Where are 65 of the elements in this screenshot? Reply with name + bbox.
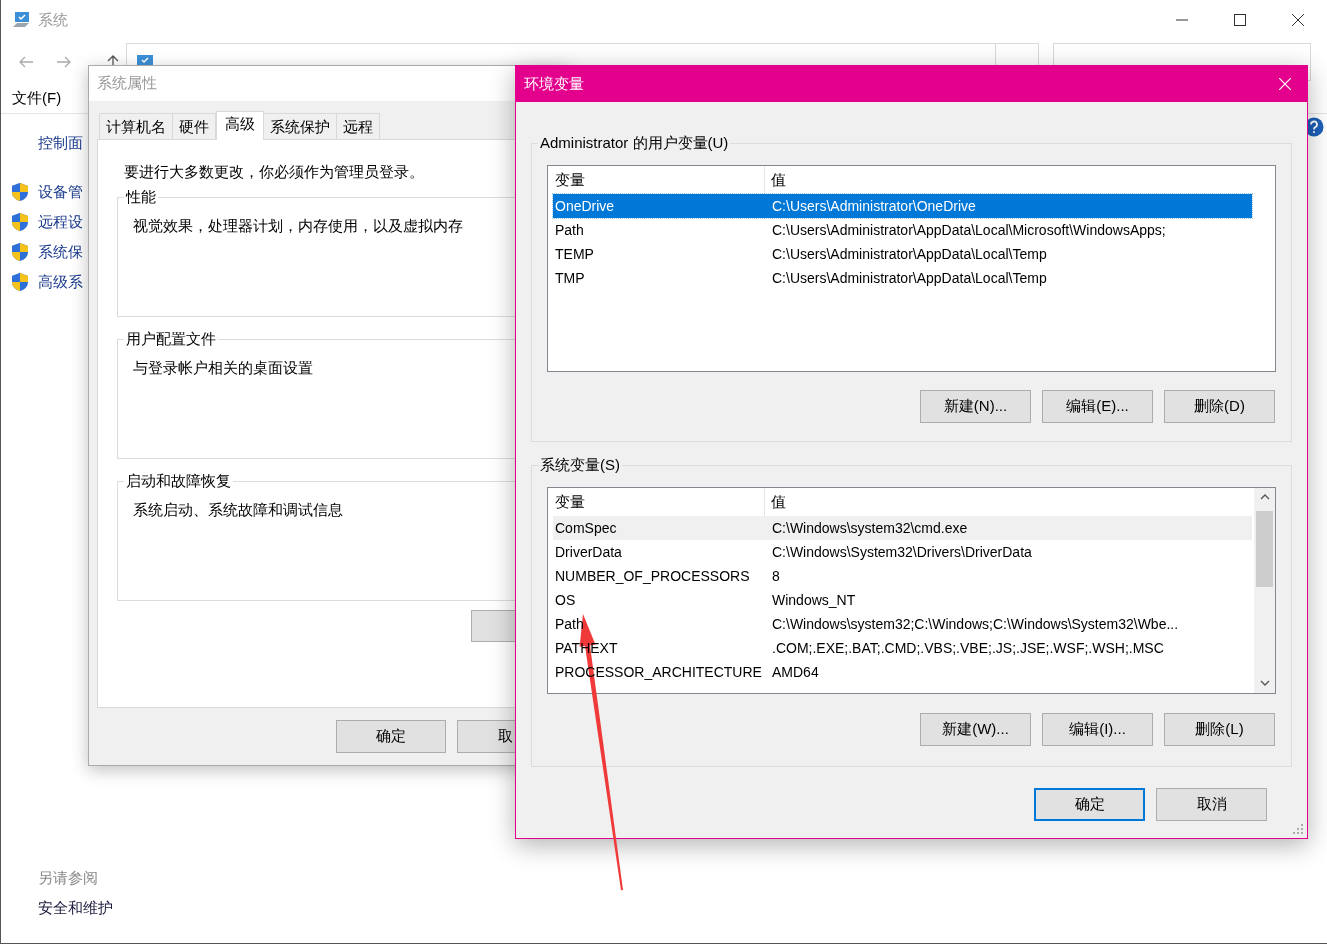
sidebar-link[interactable]: 远程设 <box>38 210 83 234</box>
list-row[interactable]: ComSpec C:\Windows\system32\cmd.exe <box>553 516 1252 540</box>
table-cell-text: 8 <box>771 566 780 586</box>
list-row[interactable]: DriverData C:\Windows\System32\Drivers\DriverData <box>553 540 1252 564</box>
group-title: 启动和故障恢复 <box>125 471 232 491</box>
table-cell-text: C:\Windows\System32\Drivers\DriverData <box>771 542 1032 562</box>
dialog-title: 环境变量 <box>524 73 584 94</box>
window-title: 系统 <box>38 9 68 30</box>
table-cell-text: C:\Windows\system32\cmd.exe <box>771 518 968 538</box>
list-row[interactable]: Path C:\Windows\system32;C:\Windows;C:\Windows\System32\Wbe... <box>553 612 1252 636</box>
table-cell-text: ComSpec <box>554 518 617 538</box>
list-row[interactable]: TEMP C:\Users\Administrator\AppData\Local\Temp <box>553 242 1252 266</box>
column-header[interactable]: 值 <box>765 488 786 516</box>
dialog-button[interactable]: 新建(N)... <box>920 390 1031 423</box>
menu-item[interactable]: 文件(F) <box>12 87 62 110</box>
group-description: 系统启动、系统故障和调试信息 <box>133 500 343 520</box>
dialog-button[interactable]: 编辑(I)... <box>1042 713 1153 746</box>
tab[interactable]: 远程 <box>337 113 380 139</box>
column-header[interactable]: 值 <box>765 166 786 194</box>
sidebar-link[interactable]: 安全和维护 <box>38 897 113 919</box>
list-row[interactable]: OS Windows_NT <box>553 588 1252 612</box>
table-cell-text: Path <box>554 614 584 634</box>
list-row[interactable]: TMP C:\Users\Administrator\AppData\Local\Temp <box>553 266 1252 290</box>
section-heading: 另请参阅 <box>38 868 98 888</box>
dialog-button[interactable]: 编辑(E)... <box>1042 390 1153 423</box>
sidebar-link[interactable]: 系统保 <box>38 240 83 264</box>
group-title: 用户配置文件 <box>125 329 217 349</box>
table-cell-text: C:\Users\Administrator\AppData\Local\Temp <box>771 268 1047 288</box>
group-title: Administrator 的用户变量(U) <box>539 133 730 153</box>
tab[interactable]: 高级 <box>216 111 264 140</box>
list-row[interactable]: NUMBER_OF_PROCESSORS 8 <box>553 564 1252 588</box>
group-title: 系统变量(S) <box>539 455 621 475</box>
dialog-title: 系统属性 <box>97 73 157 94</box>
list-row[interactable]: Path C:\Users\Administrator\AppData\Local\Microsoft\WindowsApps; <box>553 218 1252 242</box>
sidebar-link[interactable]: 控制面 <box>38 132 83 154</box>
table-cell-text: OS <box>554 590 576 610</box>
table-cell-text: NUMBER_OF_PROCESSORS <box>554 566 750 586</box>
dialog-button[interactable]: 新建(W)... <box>920 713 1031 746</box>
table-cell-text: TEMP <box>554 244 594 264</box>
dialog-button[interactable]: 确定 <box>1034 788 1145 821</box>
table-cell-text: .COM;.EXE;.BAT;.CMD;.VBS;.VBE;.JS;.JSE;.WSF;.WSH;.MSC <box>771 638 1164 658</box>
list-row[interactable]: OneDrive C:\Users\Administrator\OneDrive <box>553 194 1252 218</box>
sidebar-link[interactable]: 设备管 <box>38 180 83 204</box>
group-title: 性能 <box>124 187 157 207</box>
dialog-button[interactable]: 删除(D) <box>1164 390 1275 423</box>
sidebar-link[interactable]: 高级系 <box>38 270 83 294</box>
table-cell-text: Path <box>554 220 584 240</box>
table-cell-text: C:\Users\Administrator\OneDrive <box>771 196 976 216</box>
table-cell-text: AMD64 <box>771 662 819 682</box>
table-cell-text: C:\Users\Administrator\AppData\Local\Temp <box>771 244 1047 264</box>
table-cell-text: Windows_NT <box>771 590 856 610</box>
dialog-button[interactable]: 取消 <box>1156 788 1267 821</box>
table-cell-text: C:\Users\Administrator\AppData\Local\Microsoft\WindowsApps; <box>771 220 1166 240</box>
table-cell-text: TMP <box>554 268 585 288</box>
table-cell-text: DriverData <box>554 542 622 562</box>
tab[interactable]: 硬件 <box>173 113 216 139</box>
dialog-button[interactable]: 删除(L) <box>1164 713 1275 746</box>
tab[interactable]: 计算机名 <box>99 113 173 139</box>
table-cell-text: OneDrive <box>554 196 615 216</box>
group-description: 视觉效果，处理器计划，内存使用，以及虚拟内存 <box>133 216 463 236</box>
group-description: 与登录帐户相关的桌面设置 <box>133 358 313 378</box>
notice-text: 要进行大多数更改，你必须作为管理员登录。 <box>124 162 424 182</box>
dialog-button[interactable]: 确定 <box>336 720 446 753</box>
tab[interactable]: 系统保护 <box>264 113 337 139</box>
table-cell-text: C:\Windows\system32;C:\Windows;C:\Windows\System32\Wbe... <box>771 614 1179 634</box>
